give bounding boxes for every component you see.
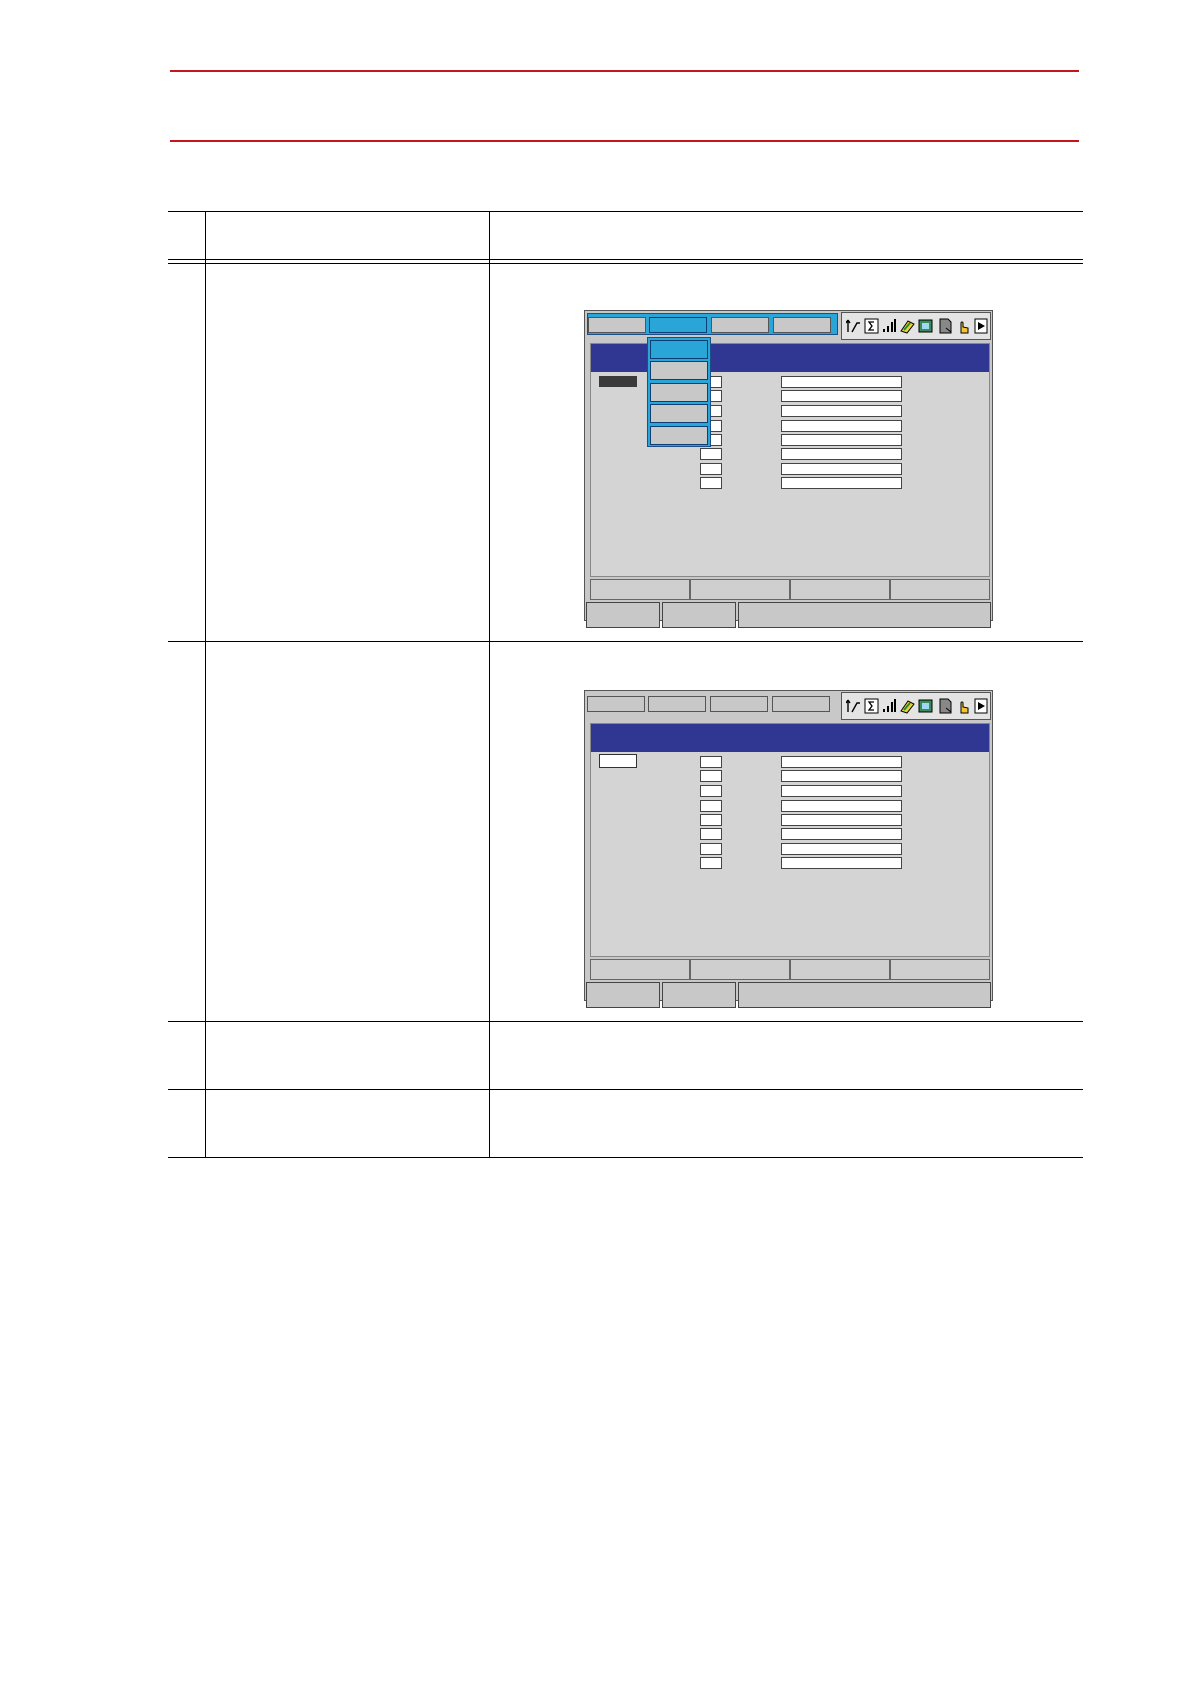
- small-field-1[interactable]: [700, 756, 722, 768]
- menu-tab-4[interactable]: [773, 317, 831, 333]
- simple-menu-button[interactable]: [662, 602, 736, 628]
- value-field-5[interactable]: [781, 434, 902, 446]
- value-field-4[interactable]: [781, 800, 902, 812]
- menu-tab-2[interactable]: [648, 696, 706, 712]
- pendant-screen-1: [584, 310, 993, 628]
- small-field-5[interactable]: [700, 814, 722, 826]
- menu-tab-3[interactable]: [710, 696, 768, 712]
- function-key-4[interactable]: [890, 959, 990, 980]
- value-field-7[interactable]: [781, 843, 902, 855]
- function-key-bar: [590, 959, 990, 980]
- small-field-8[interactable]: [700, 477, 722, 489]
- pulldown-item-2[interactable]: [650, 361, 708, 380]
- screen-title-bar: [591, 724, 989, 752]
- menu-tab-bar: [587, 693, 838, 715]
- pulldown-item-4[interactable]: [650, 404, 708, 423]
- function-key-4[interactable]: [890, 579, 990, 600]
- table-header-divider-2: [168, 263, 1083, 264]
- value-field-8[interactable]: [781, 477, 902, 489]
- row-divider-2: [168, 1021, 1083, 1022]
- column-divider-2: [489, 211, 490, 1158]
- menu-tab-3[interactable]: [711, 317, 769, 333]
- header-bottom-rule: [170, 140, 1079, 142]
- pulldown-item-5[interactable]: [650, 426, 708, 445]
- axis-icon: [846, 319, 860, 333]
- sigma-icon: [864, 698, 879, 714]
- tool-icon: [900, 700, 915, 714]
- header-top-rule: [170, 70, 1079, 72]
- value-field-2[interactable]: [781, 390, 902, 402]
- play-icon: [974, 318, 988, 334]
- row-divider-3: [168, 1089, 1083, 1090]
- value-field-3[interactable]: [781, 785, 902, 797]
- document-icon: [939, 318, 952, 334]
- menu-tab-4[interactable]: [772, 696, 830, 712]
- simple-menu-button[interactable]: [662, 982, 736, 1008]
- pulldown-item-1[interactable]: [650, 340, 708, 359]
- function-key-2[interactable]: [690, 959, 790, 980]
- monitor-icon: [918, 699, 933, 713]
- value-field-7[interactable]: [781, 463, 902, 475]
- small-field-7[interactable]: [700, 463, 722, 475]
- pulldown-item-3[interactable]: [650, 383, 708, 402]
- monitor-icon: [918, 319, 933, 333]
- small-field-6[interactable]: [700, 828, 722, 840]
- hand-icon: [960, 321, 969, 334]
- menu-tab-1[interactable]: [588, 317, 646, 333]
- value-field-5[interactable]: [781, 814, 902, 826]
- small-field-7[interactable]: [700, 843, 722, 855]
- function-key-2[interactable]: [690, 579, 790, 600]
- main-menu-button[interactable]: [586, 982, 660, 1008]
- value-field-6[interactable]: [781, 828, 902, 840]
- document-icon: [939, 698, 952, 714]
- menu-tab-bar: [587, 313, 838, 335]
- message-area: [738, 602, 991, 628]
- pulldown-menu: [647, 337, 711, 447]
- function-key-1[interactable]: [590, 959, 690, 980]
- small-field-3[interactable]: [700, 785, 722, 797]
- function-key-1[interactable]: [590, 579, 690, 600]
- small-field-4[interactable]: [700, 800, 722, 812]
- function-key-3[interactable]: [790, 959, 890, 980]
- status-icon-bar: [841, 312, 991, 340]
- signal-icon: [883, 319, 896, 332]
- main-menu-button[interactable]: [586, 602, 660, 628]
- tool-icon: [900, 320, 915, 334]
- small-field-6[interactable]: [700, 448, 722, 460]
- message-area: [738, 982, 991, 1008]
- value-field-2[interactable]: [781, 770, 902, 782]
- cursor-field[interactable]: [599, 376, 637, 387]
- table-top-border: [168, 211, 1083, 212]
- pendant-screen-2: [584, 690, 993, 1008]
- status-icon-bar: [841, 692, 991, 720]
- value-field-4[interactable]: [781, 420, 902, 432]
- small-field-8[interactable]: [700, 857, 722, 869]
- menu-tab-2[interactable]: [649, 317, 707, 333]
- value-field-1[interactable]: [781, 376, 902, 388]
- signal-icon: [883, 699, 896, 712]
- hand-icon: [960, 701, 969, 714]
- sigma-icon: [864, 318, 879, 334]
- table-bottom-border: [168, 1157, 1083, 1158]
- function-key-bar: [590, 579, 990, 600]
- column-divider-1: [205, 211, 206, 1158]
- small-field-2[interactable]: [700, 770, 722, 782]
- value-field-6[interactable]: [781, 448, 902, 460]
- value-field-1[interactable]: [781, 756, 902, 768]
- axis-icon: [846, 699, 860, 713]
- row-divider-1: [168, 641, 1083, 642]
- main-content-area: [590, 723, 990, 957]
- function-key-3[interactable]: [790, 579, 890, 600]
- value-field-3[interactable]: [781, 405, 902, 417]
- cursor-field[interactable]: [599, 754, 637, 768]
- table-header-divider: [168, 259, 1083, 260]
- menu-tab-1[interactable]: [587, 696, 645, 712]
- value-field-8[interactable]: [781, 857, 902, 869]
- play-icon: [974, 698, 988, 714]
